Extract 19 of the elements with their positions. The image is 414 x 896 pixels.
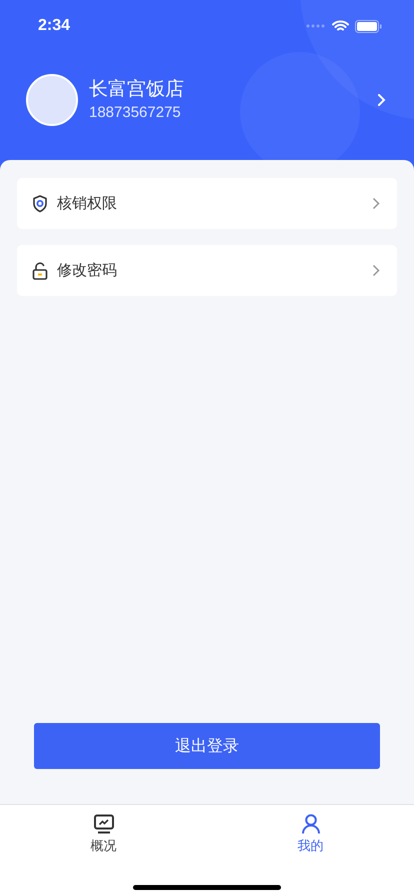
monitor-chart-icon	[92, 814, 114, 834]
wifi-icon	[332, 20, 349, 32]
chevron-right-icon	[372, 264, 380, 277]
tab[interactable]: 我的	[207, 805, 414, 863]
phone-number: 18873567275	[89, 103, 182, 123]
store-name: 长富宫饭店	[89, 77, 185, 102]
status-time: 2:34	[38, 17, 70, 35]
signal-icon	[306, 24, 326, 28]
lock-icon	[32, 262, 48, 280]
tab[interactable]: 概况	[0, 805, 207, 863]
shield-icon	[32, 194, 48, 212]
chevron-right-icon[interactable]	[377, 93, 386, 107]
menu-item[interactable]: 核销权限	[17, 178, 397, 229]
battery-icon	[355, 20, 382, 32]
menu-item[interactable]: 修改密码	[17, 245, 397, 296]
chevron-right-icon	[372, 197, 380, 210]
logout-button[interactable]: 退出登录	[34, 723, 380, 769]
avatar	[26, 74, 78, 126]
person-icon	[300, 814, 320, 834]
